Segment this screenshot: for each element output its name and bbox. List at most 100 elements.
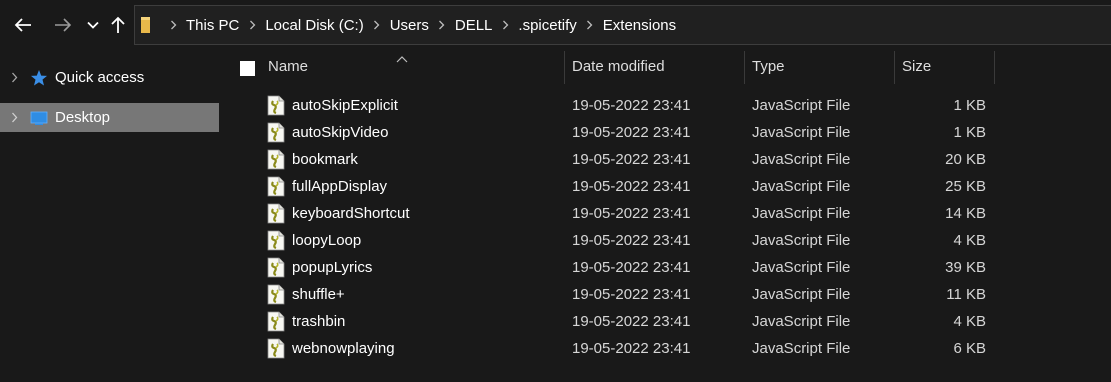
file-row[interactable]: trashbin 19-05-2022 23:41 JavaScript File 4… [222, 308, 1111, 335]
breadcrumb-spicetify[interactable]: .spicetify [516, 17, 578, 34]
select-all-checkbox[interactable] [240, 61, 255, 76]
column-header-row: Name Date modified Type Size [222, 48, 1111, 88]
column-divider[interactable] [894, 51, 895, 84]
file-type: JavaScript File [752, 151, 851, 168]
file-row[interactable]: shuffle+ 19-05-2022 23:41 JavaScript File 1… [222, 281, 1111, 308]
file-size: 39 KB [945, 259, 986, 276]
file-date-modified: 19-05-2022 23:41 [572, 151, 691, 168]
forward-button[interactable] [48, 12, 78, 38]
chevron-right-icon[interactable] [366, 20, 388, 30]
chevron-right-icon[interactable] [494, 20, 516, 30]
javascript-file-icon [267, 95, 285, 116]
file-type: JavaScript File [752, 313, 851, 330]
file-name: webnowplaying [292, 340, 395, 357]
nav-item-label: Quick access [55, 69, 145, 86]
column-divider[interactable] [744, 51, 745, 84]
file-row[interactable]: bookmark 19-05-2022 23:41 JavaScript File 2… [222, 146, 1111, 173]
javascript-file-icon [267, 230, 285, 251]
column-divider[interactable] [564, 51, 565, 84]
arrow-right-icon [55, 18, 72, 32]
file-size: 25 KB [945, 178, 986, 195]
up-button[interactable] [108, 12, 128, 38]
chevron-right-icon[interactable] [162, 20, 184, 30]
javascript-file-icon [267, 257, 285, 278]
javascript-file-icon [267, 338, 285, 359]
address-bar[interactable]: This PC Local Disk (C:) Users DELL .spic… [134, 5, 1111, 45]
javascript-file-icon [267, 149, 285, 170]
navigation-pane: Quick access Desktop [0, 48, 222, 382]
javascript-file-icon [267, 122, 285, 143]
file-date-modified: 19-05-2022 23:41 [572, 178, 691, 195]
file-name: bookmark [292, 151, 358, 168]
file-date-modified: 19-05-2022 23:41 [572, 124, 691, 141]
file-row[interactable]: loopyLoop 19-05-2022 23:41 JavaScript File… [222, 227, 1111, 254]
breadcrumb-this-pc[interactable]: This PC [184, 17, 241, 34]
breadcrumb-dell[interactable]: DELL [453, 17, 495, 34]
file-name: loopyLoop [292, 232, 362, 249]
recent-locations-button[interactable] [84, 12, 102, 38]
file-size: 14 KB [945, 205, 986, 222]
file-row[interactable]: autoSkipVideo 19-05-2022 23:41 JavaScript … [222, 119, 1111, 146]
column-header-type[interactable]: Type [752, 48, 894, 84]
file-date-modified: 19-05-2022 23:41 [572, 340, 691, 357]
nav-item-quick-access[interactable]: Quick access [0, 63, 219, 92]
file-name: keyboardShortcut [292, 205, 410, 222]
file-type: JavaScript File [752, 340, 851, 357]
file-type: JavaScript File [752, 259, 851, 276]
chevron-down-icon [87, 21, 99, 29]
file-date-modified: 19-05-2022 23:41 [572, 97, 691, 114]
nav-item-label: Desktop [55, 109, 111, 126]
file-size: 4 KB [953, 232, 986, 249]
file-size: 1 KB [953, 97, 986, 114]
file-size: 20 KB [945, 151, 986, 168]
file-type: JavaScript File [752, 178, 851, 195]
file-row[interactable]: autoSkipExplicit 19-05-2022 23:41 JavaScri… [222, 92, 1111, 119]
file-date-modified: 19-05-2022 23:41 [572, 232, 691, 249]
column-header-name[interactable]: Name [268, 48, 564, 84]
column-header-size[interactable]: Size [902, 48, 994, 84]
arrow-up-icon [111, 16, 125, 33]
file-name: trashbin [292, 313, 346, 330]
file-name: popupLyrics [292, 259, 373, 276]
javascript-file-icon [267, 203, 285, 224]
file-row[interactable]: webnowplaying 19-05-2022 23:41 JavaScript … [222, 335, 1111, 362]
chevron-right-icon[interactable] [241, 20, 263, 30]
file-row[interactable]: popupLyrics 19-05-2022 23:41 JavaScript Fi… [222, 254, 1111, 281]
file-row[interactable]: keyboardShortcut 19-05-2022 23:41 JavaScri… [222, 200, 1111, 227]
file-name: fullAppDisplay [292, 178, 388, 195]
file-date-modified: 19-05-2022 23:41 [572, 205, 691, 222]
file-name: shuffle+ [292, 286, 345, 303]
folder-icon [140, 15, 162, 35]
file-size: 11 KB [946, 286, 986, 303]
chevron-right-icon[interactable] [431, 20, 453, 30]
file-size: 1 KB [953, 124, 986, 141]
file-list: Name Date modified Type Size autoSkipExp… [222, 48, 1111, 382]
file-type: JavaScript File [752, 205, 851, 222]
file-type: JavaScript File [752, 232, 851, 249]
file-row[interactable]: fullAppDisplay 19-05-2022 23:41 JavaScript… [222, 173, 1111, 200]
file-date-modified: 19-05-2022 23:41 [572, 286, 691, 303]
file-type: JavaScript File [752, 124, 851, 141]
file-date-modified: 19-05-2022 23:41 [572, 259, 691, 276]
arrow-left-icon [14, 18, 31, 32]
star-icon [30, 69, 50, 87]
file-size: 6 KB [953, 340, 986, 357]
breadcrumb-users[interactable]: Users [388, 17, 431, 34]
address-row: This PC Local Disk (C:) Users DELL .spic… [0, 0, 1111, 48]
back-button[interactable] [8, 12, 38, 38]
file-name: autoSkipVideo [292, 124, 389, 141]
file-type: JavaScript File [752, 97, 851, 114]
breadcrumb-extensions[interactable]: Extensions [601, 17, 678, 34]
chevron-right-icon[interactable] [0, 112, 28, 123]
chevron-right-icon[interactable] [579, 20, 601, 30]
breadcrumb-local-disk[interactable]: Local Disk (C:) [263, 17, 365, 34]
nav-item-desktop[interactable]: Desktop [0, 103, 219, 132]
chevron-right-icon[interactable] [0, 72, 28, 83]
column-header-date-modified[interactable]: Date modified [572, 48, 744, 84]
javascript-file-icon [267, 176, 285, 197]
file-type: JavaScript File [752, 286, 851, 303]
column-divider[interactable] [994, 51, 995, 84]
file-date-modified: 19-05-2022 23:41 [572, 313, 691, 330]
javascript-file-icon [267, 311, 285, 332]
file-size: 4 KB [953, 313, 986, 330]
